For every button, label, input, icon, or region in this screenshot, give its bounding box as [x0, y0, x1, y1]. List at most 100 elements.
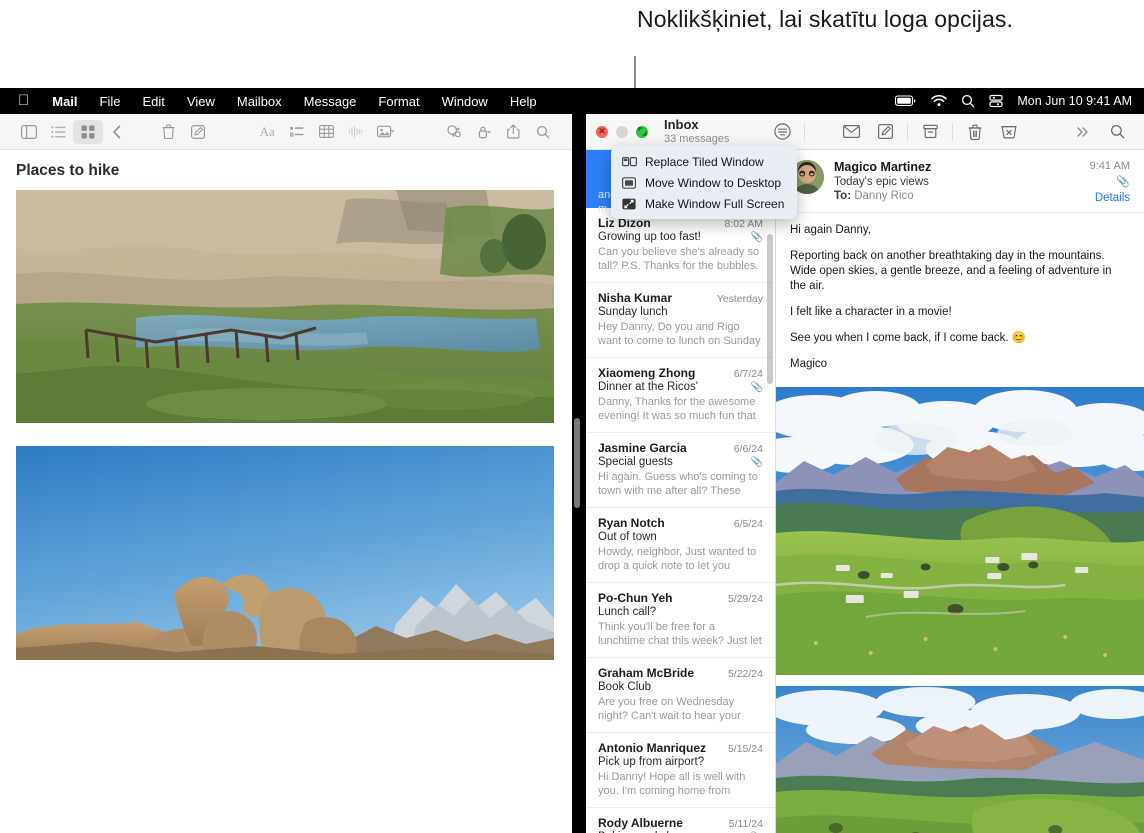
mail-toolbar-actions: [834, 119, 1144, 145]
message-date: 5/15/24: [728, 743, 763, 755]
mail-window: ✕ Inbox 33 messages: [586, 114, 1144, 833]
detail-header-meta: 9:41 AM 📎 Details: [1082, 160, 1130, 204]
detail-subject: Today's epic views: [834, 176, 1082, 188]
compose-note-icon[interactable]: [184, 120, 214, 144]
message-date: 5/29/24: [728, 593, 763, 605]
message-sender: Antonio Manriquez: [598, 741, 723, 755]
menu-item-label: Move Window to Desktop: [645, 176, 781, 190]
battery-icon[interactable]: [895, 95, 917, 107]
menu-item-mail[interactable]: Mail: [41, 94, 88, 109]
checklist-icon[interactable]: [282, 120, 312, 144]
message-date: 8:02 AM: [724, 218, 763, 230]
menu-item-help[interactable]: Help: [499, 94, 548, 109]
message-preview: Can you believe she's already so tall? P…: [598, 245, 763, 273]
list-item[interactable]: Antonio Manriquez 5/15/24 Pick up from ai…: [586, 733, 775, 808]
detail-header-text: Magico Martinez Today's epic views To: D…: [834, 160, 1082, 204]
list-item[interactable]: Liz Dizon8:02 AM Growing up too fast!📎 C…: [586, 208, 775, 283]
menu-bar-clock[interactable]: Mon Jun 10 9:41 AM: [1017, 94, 1132, 108]
window-options-menu[interactable]: Replace Tiled Window Move Window to Desk…: [611, 146, 797, 219]
menu-move-window-to-desktop[interactable]: Move Window to Desktop: [611, 172, 797, 193]
list-item[interactable]: Nisha KumarYesterday Sunday lunch Hey Da…: [586, 283, 775, 358]
message-subject: Dinner at the Ricos': [598, 381, 747, 393]
share-icon[interactable]: [499, 120, 529, 144]
menu-replace-tiled-window[interactable]: Replace Tiled Window: [611, 151, 797, 172]
trash-icon[interactable]: [154, 120, 184, 144]
more-icon[interactable]: [1066, 119, 1100, 145]
junk-icon[interactable]: [992, 119, 1026, 145]
list-item[interactable]: Po-Chun Yeh 5/29/24 Lunch call? Think you…: [586, 583, 775, 658]
attachment-icon: 📎: [1090, 175, 1130, 188]
mobius-arch-photo: [16, 446, 554, 660]
sidebar-toggle-icon[interactable]: [14, 120, 44, 144]
message-list[interactable]: another breathtaking day in the m… Liz D…: [586, 150, 776, 833]
detail-sender: Magico Martinez: [834, 160, 1082, 174]
menu-make-window-full-screen[interactable]: Make Window Full Screen: [611, 193, 797, 214]
menu-item-file[interactable]: File: [89, 94, 132, 109]
maximize-button[interactable]: [636, 126, 648, 138]
mail-toolbar: ✕ Inbox 33 messages: [586, 114, 1144, 150]
body-paragraph: I felt like a character in a movie!: [790, 305, 1130, 320]
minimize-button[interactable]: [616, 126, 628, 138]
delete-icon[interactable]: [958, 119, 992, 145]
format-text-icon[interactable]: Aa: [252, 120, 282, 144]
filter-icon[interactable]: [765, 119, 799, 145]
lock-icon[interactable]: [469, 120, 499, 144]
menu-item-window[interactable]: Window: [431, 94, 499, 109]
wifi-icon[interactable]: [931, 95, 947, 107]
message-preview: Hi Danny! Hope all is well with you. I'm…: [598, 770, 763, 798]
mark-read-icon[interactable]: [834, 119, 868, 145]
menu-item-edit[interactable]: Edit: [132, 94, 176, 109]
list-item[interactable]: Ryan Notch6/5/24 Out of town Howdy, neig…: [586, 508, 775, 583]
message-list-scrollbar[interactable]: [767, 234, 773, 384]
list-view-icon[interactable]: [44, 120, 74, 144]
desktop-screen:  Mail File Edit View Mailbox Message Fo…: [0, 88, 1144, 833]
message-subject: Pick up from airport?: [598, 756, 763, 768]
list-item[interactable]: Graham McBride5/22/24 Book Club Are you …: [586, 658, 775, 733]
message-sender: Po-Chun Yeh: [598, 591, 723, 605]
compose-icon[interactable]: [868, 119, 902, 145]
detail-recipient: To: Danny Rico: [834, 190, 1082, 202]
search-icon[interactable]: [528, 120, 558, 144]
list-item[interactable]: Xiaomeng Zhong6/7/24 Dinner at the Ricos…: [586, 358, 775, 433]
notes-toolbar: Aa: [0, 114, 572, 150]
list-item[interactable]: Jasmine Garcia6/6/24 Special guests📎 Hi …: [586, 433, 775, 508]
search-icon[interactable]: [1100, 119, 1134, 145]
menu-item-label: Replace Tiled Window: [645, 155, 764, 169]
menu-item-view[interactable]: View: [176, 94, 226, 109]
attachment-icon: 📎: [751, 382, 763, 393]
message-sender: Jasmine Garcia: [598, 441, 729, 455]
control-center-icon[interactable]: [989, 94, 1003, 108]
notes-scrollbar[interactable]: [574, 418, 580, 508]
message-subject: Special guests: [598, 456, 747, 468]
close-button[interactable]: ✕: [596, 126, 608, 138]
table-icon[interactable]: [312, 120, 342, 144]
menu-bar:  Mail File Edit View Mailbox Message Fo…: [0, 88, 1144, 114]
message-sender: Nisha Kumar: [598, 291, 712, 305]
collaborate-icon[interactable]: [440, 120, 470, 144]
details-link[interactable]: Details: [1090, 192, 1130, 204]
message-preview: Think you'll be free for a lunchtime cha…: [598, 620, 763, 648]
to-value: Danny Rico: [854, 190, 913, 202]
archive-icon[interactable]: [913, 119, 947, 145]
detail-header: Magico Martinez Today's epic views To: D…: [776, 150, 1144, 213]
menu-item-format[interactable]: Format: [367, 94, 430, 109]
back-icon[interactable]: [103, 120, 133, 144]
apple-menu-icon[interactable]: : [12, 93, 41, 110]
audio-icon[interactable]: [341, 120, 371, 144]
message-subject: Sunday lunch: [598, 306, 763, 318]
message-sender: Ryan Notch: [598, 516, 729, 530]
body-paragraph: See you when I come back, if I come back…: [790, 331, 1130, 346]
list-item[interactable]: Rody Albuerne5/11/24 Baking workshop📎 He…: [586, 808, 775, 833]
menu-item-label: Make Window Full Screen: [645, 197, 784, 211]
replace-tiled-window-icon: [621, 155, 637, 169]
message-subject: Growing up too fast!: [598, 231, 747, 243]
message-date: 6/7/24: [734, 368, 763, 380]
message-subject: Lunch call?: [598, 606, 763, 618]
search-icon[interactable]: [961, 94, 975, 108]
attachment-icon: 📎: [751, 232, 763, 243]
menu-item-message[interactable]: Message: [293, 94, 368, 109]
message-subject: Out of town: [598, 531, 763, 543]
gallery-view-icon[interactable]: [73, 120, 103, 144]
menu-item-mailbox[interactable]: Mailbox: [226, 94, 293, 109]
media-icon[interactable]: [371, 120, 401, 144]
